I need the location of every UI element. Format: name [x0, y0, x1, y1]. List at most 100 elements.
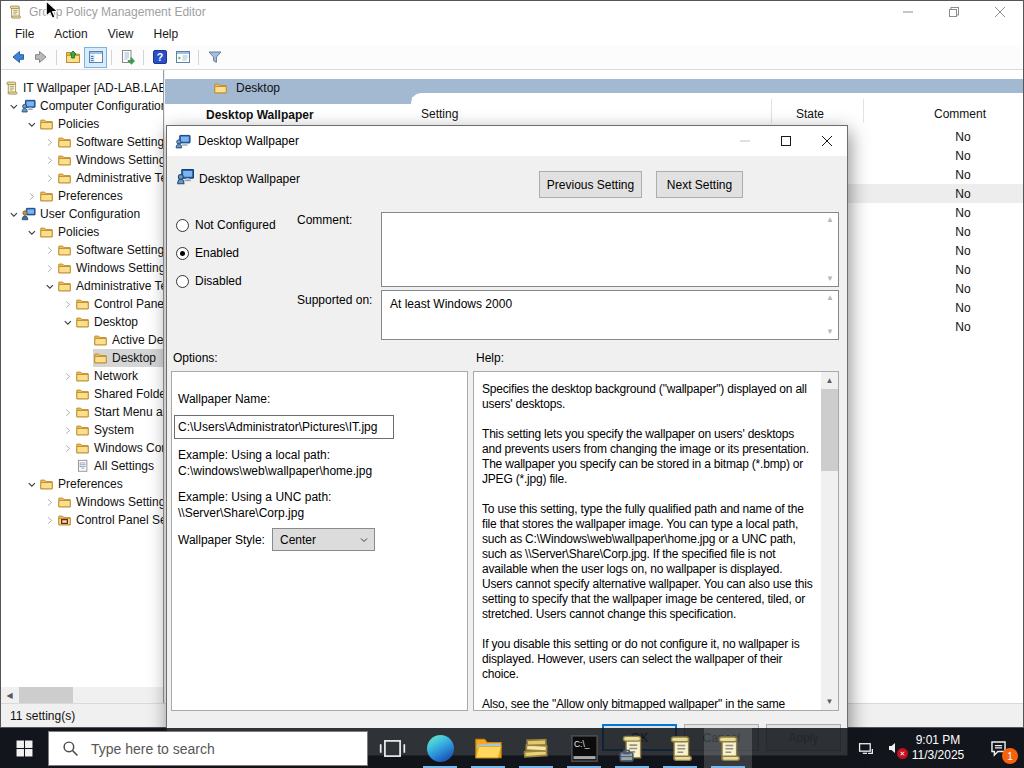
tree-item-control-panel[interactable]: Control Panel [1, 295, 163, 313]
column-header-comment[interactable]: Comment [934, 107, 986, 121]
tree-item-system[interactable]: System [1, 421, 163, 439]
chevron-right-icon[interactable] [62, 424, 75, 437]
radio-not-configured[interactable]: Not Configured [176, 218, 276, 232]
radio-circle[interactable] [176, 219, 189, 232]
radio-circle[interactable] [176, 247, 189, 260]
help-icon[interactable] [148, 47, 171, 68]
taskbar-gp-editor-scroll-icon[interactable] [704, 728, 752, 768]
up-folder-icon[interactable] [61, 47, 84, 68]
clock[interactable]: 9:01 PM 11/3/2025 [905, 733, 971, 763]
scroll-left-arrow[interactable]: ◀ [1, 687, 18, 704]
tree-item-active-desktop[interactable]: Active Desktop [1, 331, 163, 349]
menu-file[interactable]: File [5, 24, 44, 44]
chevron-down-icon[interactable] [44, 280, 57, 293]
chevron-down-icon[interactable] [8, 100, 21, 113]
next-setting-button[interactable]: Next Setting [656, 171, 743, 198]
filter-icon[interactable] [203, 47, 226, 68]
tree-item-software-settings[interactable]: Software Settings [1, 133, 163, 151]
tree-item-start-menu-and-taskbar[interactable]: Start Menu and Taskbar [1, 403, 163, 421]
chevron-right-icon[interactable] [44, 172, 57, 185]
chevron-right-icon[interactable] [62, 406, 75, 419]
tree-item-preferences[interactable]: Preferences [1, 475, 163, 493]
chevron-right-icon[interactable] [44, 154, 57, 167]
radio-disabled[interactable]: Disabled [176, 274, 276, 288]
scroll-up-arrow[interactable]: ▲ [824, 293, 836, 303]
scroll-thumb[interactable] [821, 389, 838, 471]
wallpaper-style-dropdown[interactable]: Center [272, 528, 375, 551]
help-scrollbar[interactable]: ▲ ▼ [821, 372, 838, 710]
chevron-right-icon[interactable] [44, 136, 57, 149]
taskbar-edge-icon[interactable] [416, 728, 464, 768]
tree-item-shared-folders[interactable]: Shared Folders [1, 385, 163, 403]
chevron-down-icon[interactable] [26, 226, 39, 239]
chevron-right-icon[interactable] [44, 262, 57, 275]
chevron-right-icon[interactable] [62, 298, 75, 311]
chevron-right-icon[interactable] [44, 244, 57, 257]
taskbar-task-view-icon[interactable] [368, 728, 416, 768]
tree-item-network[interactable]: Network [1, 367, 163, 385]
console-tree-icon[interactable] [84, 47, 107, 68]
tree-item-control-panel-settings[interactable]: Control Panel Settings [1, 511, 163, 529]
chevron-down-icon[interactable] [26, 118, 39, 131]
tree-item-windows-settings[interactable]: Windows Settings [1, 493, 163, 511]
forward-icon[interactable] [29, 47, 52, 68]
show-window-icon[interactable] [171, 47, 194, 68]
taskbar-terminal-icon[interactable] [560, 728, 608, 768]
tree-item-software-settings[interactable]: Software Settings [1, 241, 163, 259]
taskbar-gpmc-books-icon[interactable] [512, 728, 560, 768]
scroll-up-arrow[interactable]: ▲ [824, 215, 836, 225]
taskbar-file-explorer-icon[interactable] [464, 728, 512, 768]
radio-circle[interactable] [176, 275, 189, 288]
chevron-down-icon[interactable] [8, 208, 21, 221]
tree-item-desktop[interactable]: Desktop [1, 313, 163, 331]
scroll-up-arrow[interactable]: ▲ [821, 372, 838, 389]
dialog-close-button[interactable] [806, 126, 847, 156]
network-tray-icon[interactable] [850, 728, 882, 768]
tree-item-policies[interactable]: Policies [1, 115, 163, 133]
chevron-right-icon[interactable] [62, 370, 75, 383]
tree-item-windows-settings[interactable]: Windows Settings [1, 259, 163, 277]
scroll-down-arrow[interactable]: ▼ [824, 274, 836, 284]
maximize-button[interactable] [931, 1, 977, 23]
tree-item-user-configuration[interactable]: User Configuration [1, 205, 163, 223]
chevron-right-icon[interactable] [62, 442, 75, 455]
tree-item-desktop[interactable]: Desktop [1, 349, 163, 367]
search-box[interactable]: Type here to search [48, 731, 368, 766]
comment-textarea[interactable]: ▲ ▼ [381, 212, 839, 287]
taskbar-gp-editor-scroll-tools-icon[interactable] [608, 728, 656, 768]
tree-item-administrative-templates[interactable]: Administrative Templates [1, 169, 163, 187]
tree-item-policies[interactable]: Policies [1, 223, 163, 241]
tree-horizontal-scrollbar[interactable]: ◀ [1, 687, 163, 704]
start-button[interactable] [0, 728, 48, 768]
taskbar-gp-editor-scroll-icon[interactable] [656, 728, 704, 768]
scroll-down-arrow[interactable]: ▼ [821, 693, 838, 710]
tree-item-windows-settings[interactable]: Windows Settings [1, 151, 163, 169]
tree-item-all-settings[interactable]: All Settings [1, 457, 163, 475]
action-center-icon[interactable]: 1 [976, 728, 1020, 768]
menu-help[interactable]: Help [144, 24, 189, 44]
tree-item-computer-configuration[interactable]: Computer Configuration [1, 97, 163, 115]
scroll-thumb[interactable] [19, 687, 73, 704]
tree-item-it-wallpaper-ad-lab-lab-loca[interactable]: IT Wallpaper [AD-LAB.LAB.LOCA [1, 79, 163, 97]
column-header-state[interactable]: State [796, 107, 824, 121]
wallpaper-name-input[interactable]: C:\Users\Administrator\Pictures\IT.jpg [174, 415, 394, 439]
column-header-setting[interactable]: Setting [421, 107, 458, 121]
chevron-right-icon[interactable] [26, 190, 39, 203]
chevron-down-icon[interactable] [62, 316, 75, 329]
menu-action[interactable]: Action [44, 24, 97, 44]
tree-item-administrative-templates[interactable]: Administrative Templates [1, 277, 163, 295]
previous-setting-button[interactable]: Previous Setting [539, 171, 642, 198]
minimize-button[interactable] [885, 1, 931, 23]
export-list-icon[interactable] [116, 47, 139, 68]
tree-item-preferences[interactable]: Preferences [1, 187, 163, 205]
dialog-maximize-button[interactable] [765, 126, 806, 156]
chevron-right-icon[interactable] [44, 496, 57, 509]
radio-enabled[interactable]: Enabled [176, 246, 276, 260]
back-icon[interactable] [6, 47, 29, 68]
chevron-right-icon[interactable] [44, 514, 57, 527]
menu-view[interactable]: View [98, 24, 144, 44]
chevron-down-icon[interactable] [26, 478, 39, 491]
scroll-down-arrow[interactable]: ▼ [824, 327, 836, 337]
close-button[interactable] [977, 1, 1023, 23]
tree-item-windows-components[interactable]: Windows Components [1, 439, 163, 457]
